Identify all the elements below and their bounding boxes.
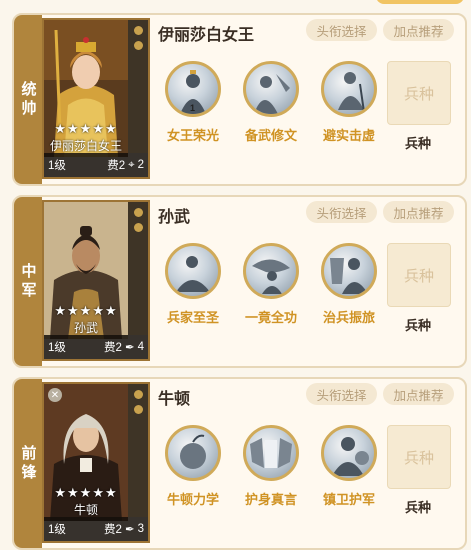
- portrait-name: 伊丽莎白女王: [49, 139, 122, 153]
- skill-slot-1[interactable]: 牛顿力学: [154, 425, 232, 508]
- emblem-icon: [133, 223, 143, 232]
- general-name: 牛顿: [158, 391, 191, 408]
- position-label: 统帅: [14, 15, 42, 184]
- extra-count: 2: [137, 159, 144, 171]
- portrait-name: 孙武: [73, 321, 98, 335]
- skill-slot-3[interactable]: 避实击虚: [310, 61, 388, 144]
- general-name: 孙武: [158, 209, 191, 226]
- troop-label: 兵种: [404, 136, 431, 151]
- portrait-side-strip: [128, 202, 148, 335]
- skill-slot-3[interactable]: 治兵振旅: [310, 243, 388, 326]
- skill-slot-2[interactable]: 护身真言: [232, 425, 310, 508]
- skill-name: 牛顿力学: [166, 492, 219, 507]
- skill-slot-1[interactable]: 兵家至圣: [154, 243, 232, 326]
- feather-icon: ✒: [124, 342, 135, 354]
- points-recommend-button[interactable]: 加点推荐: [383, 383, 454, 405]
- skill-name: 一竟全功: [244, 310, 297, 325]
- general-card-commander: 统帅 ★★★★★ 伊丽莎白女王 1级 费2 ⌖ 2 伊丽莎白女王 头衔选择 加点…: [12, 13, 467, 186]
- top-tab-nub: [376, 0, 464, 4]
- evade-strike-icon: [321, 61, 377, 117]
- guard-army-icon: [321, 425, 377, 481]
- skill-name: 治兵振旅: [322, 310, 375, 325]
- cost-info: 费2 ✒ 4: [104, 339, 144, 355]
- skill-name: 备武修文: [244, 128, 297, 143]
- skill-name: 护身真言: [244, 492, 297, 507]
- star-rating: ★★★★★: [54, 303, 118, 318]
- skill-name: 镇卫护军: [322, 492, 375, 507]
- military-sage-icon: [165, 243, 221, 299]
- skill-name: 避实击虚: [322, 128, 375, 143]
- position-label: 中军: [14, 197, 42, 366]
- general-portrait[interactable]: ★★★★★ 孙武 1级 费2 ✒ 4: [42, 200, 150, 361]
- title-select-button[interactable]: 头衔选择: [306, 201, 377, 223]
- close-icon[interactable]: ✕: [48, 388, 62, 402]
- emblem-icon: [133, 41, 143, 50]
- troop-label: 兵种: [404, 318, 431, 333]
- points-recommend-button[interactable]: 加点推荐: [383, 19, 454, 41]
- shield-icon: [133, 208, 143, 217]
- troop-slot-button[interactable]: 兵种: [387, 243, 451, 307]
- extra-count: 3: [137, 523, 144, 535]
- troop-slot-button[interactable]: 兵种: [387, 425, 451, 489]
- cost-text: 费2: [104, 524, 122, 536]
- shield-icon: [133, 390, 143, 399]
- level-text: 1级: [48, 524, 66, 536]
- newton-mechanics-icon: [165, 425, 221, 481]
- complete-merit-icon: [243, 243, 299, 299]
- skill-name: 女王荣光: [166, 128, 219, 143]
- points-recommend-button[interactable]: 加点推荐: [383, 201, 454, 223]
- portrait-info-bar: 1级 费2 ✒ 3: [44, 517, 148, 541]
- portrait-name: 牛顿: [73, 503, 98, 517]
- general-card-center: 中军 ★★★★★ 孙武 1级 费2 ✒ 4 孙武 头衔选择 加点推荐 兵家至圣 …: [12, 195, 467, 368]
- portrait-info-bar: 1级 费2 ⌖ 2: [44, 153, 148, 177]
- shield-icon: [133, 26, 143, 35]
- star-rating: ★★★★★: [54, 121, 118, 136]
- cost-info: 费2 ⌖ 2: [107, 157, 144, 173]
- extra-count: 4: [137, 341, 144, 353]
- level-text: 1级: [48, 342, 66, 354]
- portrait-side-strip: [128, 384, 148, 517]
- skill-slot-3[interactable]: 镇卫护军: [310, 425, 388, 508]
- troop-slot-button[interactable]: 兵种: [387, 61, 451, 125]
- protective-mantra-icon: [243, 425, 299, 481]
- martial-prep-icon: [243, 61, 299, 117]
- cost-text: 费2: [104, 342, 122, 354]
- troop-rally-icon: [321, 243, 377, 299]
- queen-glory-icon: 1: [165, 61, 221, 117]
- cost-info: 费2 ✒ 3: [104, 521, 144, 537]
- title-select-button[interactable]: 头衔选择: [306, 383, 377, 405]
- feather-icon: ✒: [124, 524, 135, 536]
- title-select-button[interactable]: 头衔选择: [306, 19, 377, 41]
- portrait-side-strip: [128, 20, 148, 153]
- portrait-info-bar: 1级 费2 ✒ 4: [44, 335, 148, 359]
- position-label: 前锋: [14, 379, 42, 548]
- general-name: 伊丽莎白女王: [158, 27, 255, 44]
- skill-slot-2[interactable]: 一竟全功: [232, 243, 310, 326]
- skill-slot-1[interactable]: 1 女王荣光: [154, 61, 232, 144]
- general-portrait[interactable]: ★★★★★ 伊丽莎白女王 1级 费2 ⌖ 2: [42, 18, 150, 179]
- skill-slot-2[interactable]: 备武修文: [232, 61, 310, 144]
- general-portrait[interactable]: ✕ ★★★★★ 牛顿 1级 费2 ✒ 3: [42, 382, 150, 543]
- skill-level-badge: 1: [190, 103, 196, 113]
- level-text: 1级: [48, 160, 66, 172]
- skill-name: 兵家至圣: [166, 310, 219, 325]
- cost-text: 费2: [107, 160, 126, 172]
- general-card-vanguard: 前锋 ✕ ★★★★★ 牛顿 1级 费2 ✒ 3 牛顿 头衔选择 加点推荐 牛顿力…: [12, 377, 467, 550]
- troop-label: 兵种: [404, 500, 431, 515]
- star-rating: ★★★★★: [54, 485, 118, 500]
- compass-icon: ⌖: [128, 158, 135, 171]
- emblem-icon: [133, 405, 143, 414]
